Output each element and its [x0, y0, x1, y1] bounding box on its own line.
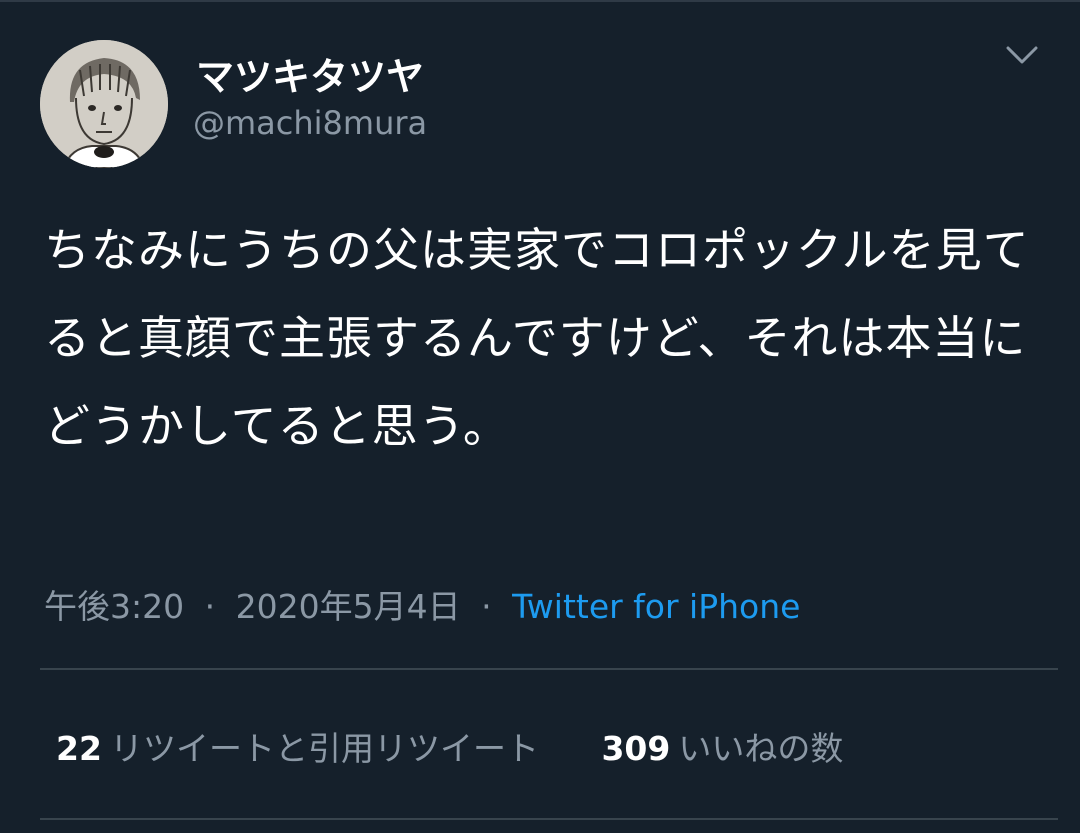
meta-separator: · — [481, 587, 492, 626]
chevron-down-icon[interactable] — [1002, 36, 1042, 72]
retweets-stat[interactable]: 22 リツイートと引用リツイート — [56, 722, 539, 770]
likes-label: いいねの数 — [678, 729, 844, 768]
tweet-time[interactable]: 午後3:20 — [44, 587, 184, 626]
tweet-source-link[interactable]: Twitter for iPhone — [512, 587, 800, 626]
retweets-count: 22 — [56, 729, 102, 768]
avatar-drawing — [40, 40, 168, 168]
divider — [40, 818, 1058, 820]
retweets-label: リツイートと引用リツイート — [109, 729, 539, 768]
tweet-text: ちなみにうちの父は実家でコロポックルを見てると真顔で主張するんですけど、それは本… — [44, 223, 1030, 453]
meta-separator: · — [204, 587, 216, 626]
tweet-date[interactable]: 2020年5月4日 — [236, 587, 461, 626]
likes-count: 309 — [601, 729, 671, 768]
avatar[interactable] — [40, 40, 168, 168]
likes-stat[interactable]: 309 いいねの数 — [601, 722, 843, 770]
tweet-meta: 午後3:20 · 2020年5月4日 · Twitter for iPhone — [44, 580, 800, 628]
top-divider — [0, 0, 1080, 2]
display-name[interactable]: マツキタツヤ — [196, 46, 424, 101]
tweet-stats: 22 リツイートと引用リツイート 309 いいねの数 — [56, 722, 843, 770]
divider — [40, 668, 1058, 670]
user-handle[interactable]: @machi8mura — [193, 104, 427, 142]
